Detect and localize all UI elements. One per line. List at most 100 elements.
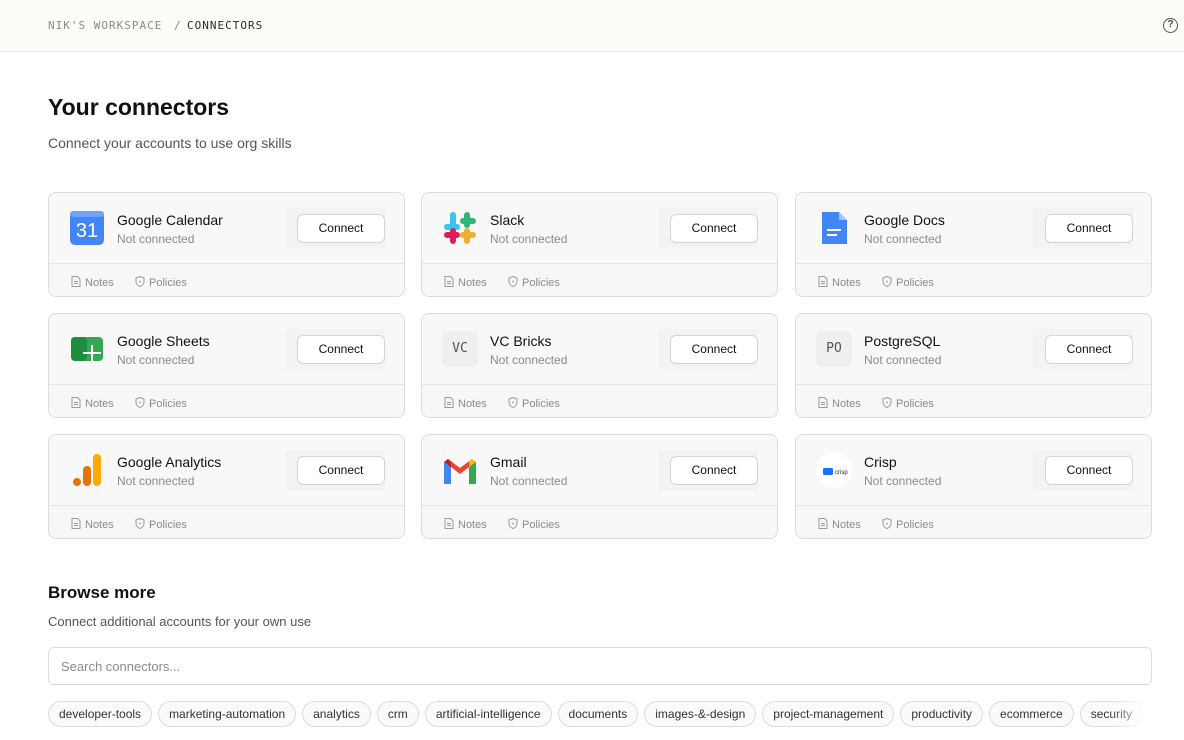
page-subtitle: Connect your accounts to use org skills bbox=[48, 135, 292, 151]
shield-icon bbox=[882, 276, 896, 289]
category-tag[interactable]: ecommerce bbox=[989, 701, 1074, 727]
connector-card: crisp Crisp Not connected Connect Notes … bbox=[795, 434, 1152, 539]
connector-card: Google Analytics Not connected Connect N… bbox=[48, 434, 405, 539]
connector-status: Not connected bbox=[490, 474, 568, 488]
connector-status: Not connected bbox=[117, 474, 195, 488]
notes-label: Notes bbox=[832, 277, 861, 289]
google-sheets-icon bbox=[69, 331, 105, 367]
connector-name-google-sheets: Google Sheets bbox=[117, 333, 210, 349]
connector-card: Google Sheets Not connected Connect Note… bbox=[48, 313, 405, 418]
connector-card: Google Docs Not connected Connect Notes … bbox=[795, 192, 1152, 297]
notes-icon bbox=[818, 276, 832, 289]
policies-label: Policies bbox=[522, 519, 560, 531]
policies-link[interactable]: Policies bbox=[508, 397, 560, 410]
connector-card-footer: Notes Policies bbox=[49, 505, 404, 538]
policies-link[interactable]: Policies bbox=[508, 518, 560, 531]
connect-button-crisp[interactable]: Connect bbox=[1045, 456, 1133, 485]
notes-link[interactable]: Notes bbox=[818, 276, 861, 289]
connect-button-gmail[interactable]: Connect bbox=[670, 456, 758, 485]
connector-card-footer: Notes Policies bbox=[49, 263, 404, 296]
search-connectors-input[interactable] bbox=[48, 647, 1152, 685]
shield-icon bbox=[508, 518, 522, 531]
category-tag[interactable]: images-&-design bbox=[644, 701, 757, 727]
policies-link[interactable]: Policies bbox=[135, 276, 187, 289]
notes-label: Notes bbox=[85, 277, 114, 289]
policies-label: Policies bbox=[522, 277, 560, 289]
connect-button-google-analytics[interactable]: Connect bbox=[297, 456, 385, 485]
category-tag[interactable]: productivity bbox=[900, 701, 984, 727]
policies-label: Policies bbox=[149, 519, 187, 531]
connector-name-google-calendar: Google Calendar bbox=[117, 212, 223, 228]
help-icon[interactable]: ? bbox=[1163, 18, 1178, 33]
vc-bricks-icon: VC bbox=[442, 331, 478, 367]
connector-name-vc-bricks: VC Bricks bbox=[490, 333, 552, 349]
notes-link[interactable]: Notes bbox=[71, 518, 114, 531]
connector-card-header: Slack Not connected Connect bbox=[422, 193, 777, 263]
connector-card-header: PO PostgreSQL Not connected Connect bbox=[796, 314, 1151, 384]
notes-label: Notes bbox=[832, 398, 861, 410]
policies-link[interactable]: Policies bbox=[882, 518, 934, 531]
policies-link[interactable]: Policies bbox=[508, 276, 560, 289]
notes-link[interactable]: Notes bbox=[444, 518, 487, 531]
category-tag[interactable]: marketing-automation bbox=[158, 701, 297, 727]
connect-button-google-sheets[interactable]: Connect bbox=[297, 335, 385, 364]
google-calendar-icon: 31 bbox=[69, 210, 105, 246]
category-tag[interactable]: project-management bbox=[762, 701, 895, 727]
connector-card-header: Google Sheets Not connected Connect bbox=[49, 314, 404, 384]
category-tag[interactable]: documents bbox=[557, 701, 639, 727]
connector-name-postgresql: PostgreSQL bbox=[864, 333, 941, 349]
shield-icon bbox=[508, 397, 522, 410]
connector-card-footer: Notes Policies bbox=[796, 384, 1151, 417]
connect-button-vc-bricks[interactable]: Connect bbox=[670, 335, 758, 364]
notes-link[interactable]: Notes bbox=[444, 397, 487, 410]
policies-link[interactable]: Policies bbox=[882, 276, 934, 289]
connector-card-header: VC VC Bricks Not connected Connect bbox=[422, 314, 777, 384]
policies-link[interactable]: Policies bbox=[135, 397, 187, 410]
browse-more-title: Browse more bbox=[48, 583, 156, 602]
category-tag[interactable]: crm bbox=[376, 701, 419, 727]
postgresql-icon: PO bbox=[816, 331, 852, 367]
connect-button-slack[interactable]: Connect bbox=[670, 214, 758, 243]
connector-name-gmail: Gmail bbox=[490, 454, 527, 470]
notes-link[interactable]: Notes bbox=[818, 518, 861, 531]
notes-link[interactable]: Notes bbox=[71, 397, 114, 410]
breadcrumb-workspace[interactable]: NIK'S WORKSPACE bbox=[48, 19, 162, 32]
shield-icon bbox=[882, 397, 896, 410]
top-bar: NIK'S WORKSPACE / CONNECTORS ? bbox=[0, 0, 1184, 52]
browse-more-subtitle: Connect additional accounts for your own… bbox=[48, 614, 312, 629]
connect-button-postgresql[interactable]: Connect bbox=[1045, 335, 1133, 364]
notes-icon bbox=[71, 397, 85, 410]
svg-text:crisp: crisp bbox=[835, 470, 848, 476]
connector-card-footer: Notes Policies bbox=[796, 505, 1151, 538]
connect-button-google-calendar[interactable]: Connect bbox=[297, 214, 385, 243]
google-docs-icon bbox=[816, 210, 852, 246]
connector-card-footer: Notes Policies bbox=[49, 384, 404, 417]
notes-label: Notes bbox=[458, 398, 487, 410]
notes-icon bbox=[71, 518, 85, 531]
breadcrumb-separator: / bbox=[174, 19, 182, 32]
notes-link[interactable]: Notes bbox=[444, 276, 487, 289]
category-tag[interactable]: analytics bbox=[302, 701, 371, 727]
connector-card-footer: Notes Policies bbox=[796, 263, 1151, 296]
connector-card-header: Gmail Not connected Connect bbox=[422, 435, 777, 505]
policies-link[interactable]: Policies bbox=[882, 397, 934, 410]
notes-label: Notes bbox=[458, 277, 487, 289]
notes-link[interactable]: Notes bbox=[818, 397, 861, 410]
connector-card: Slack Not connected Connect Notes Polici… bbox=[421, 192, 778, 297]
category-tag[interactable]: artificial-intelligence bbox=[424, 701, 552, 727]
connector-name-google-docs: Google Docs bbox=[864, 212, 945, 228]
policies-label: Policies bbox=[896, 277, 934, 289]
category-tag[interactable]: developer-tools bbox=[48, 701, 153, 727]
category-tag[interactable]: security bbox=[1079, 701, 1144, 727]
connector-status: Not connected bbox=[490, 353, 568, 367]
connector-status: Not connected bbox=[117, 232, 195, 246]
notes-link[interactable]: Notes bbox=[71, 276, 114, 289]
notes-icon bbox=[444, 397, 458, 410]
notes-icon bbox=[818, 518, 832, 531]
connect-button-google-docs[interactable]: Connect bbox=[1045, 214, 1133, 243]
policies-link[interactable]: Policies bbox=[135, 518, 187, 531]
slack-icon bbox=[442, 210, 478, 246]
category-tag-list: developer-tools marketing-automation analy… bbox=[48, 701, 1152, 727]
notes-icon bbox=[444, 518, 458, 531]
connector-card: PO PostgreSQL Not connected Connect Note… bbox=[795, 313, 1152, 418]
